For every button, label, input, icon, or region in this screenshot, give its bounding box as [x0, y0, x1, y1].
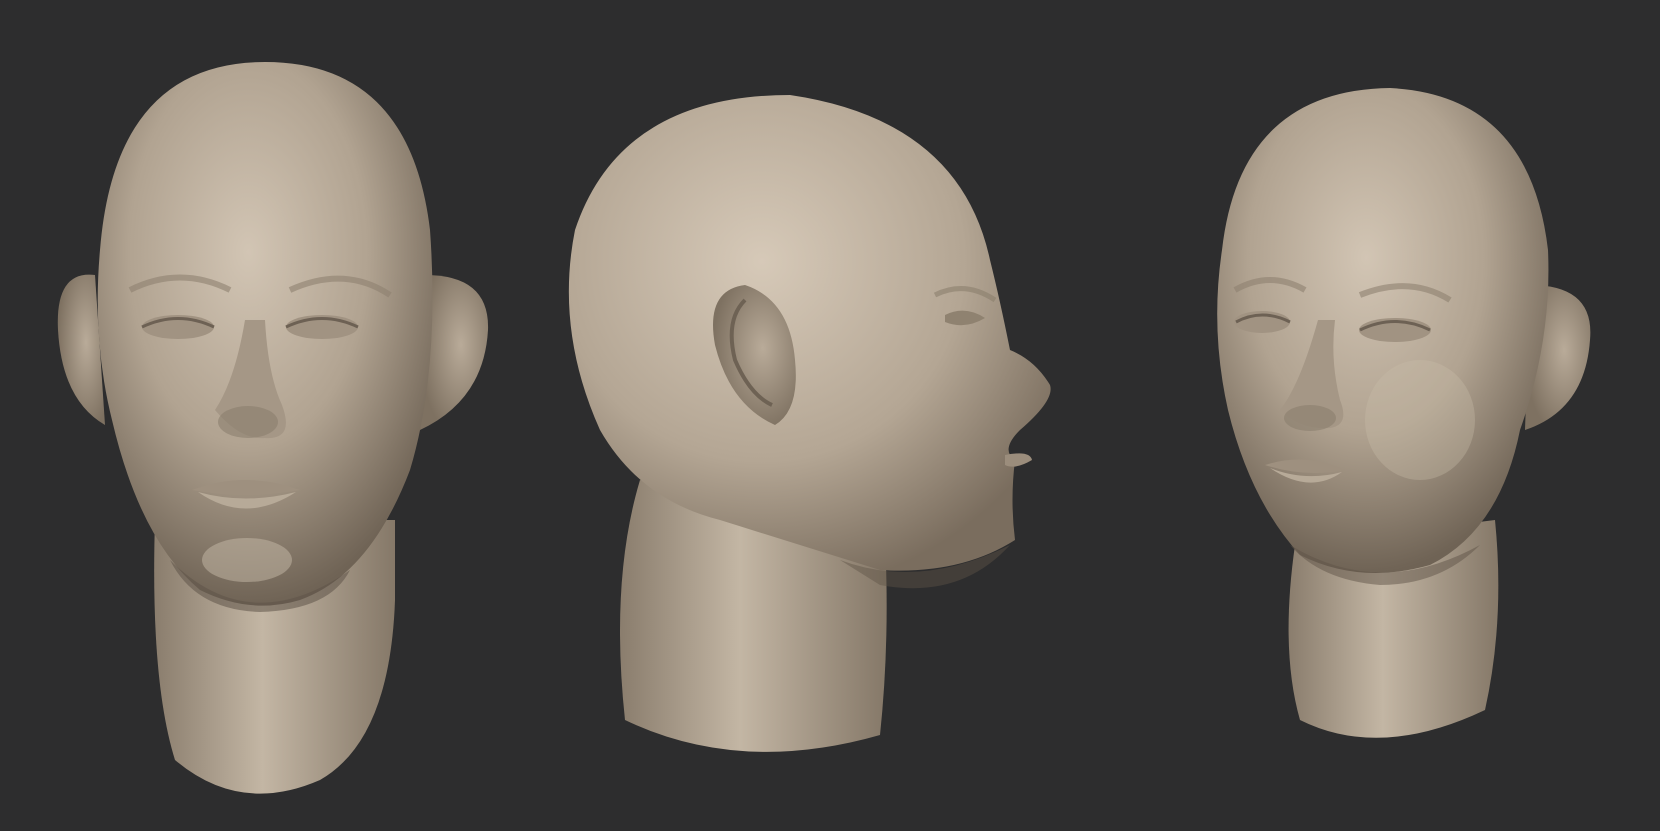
- head-three-quarter-view: [1217, 88, 1591, 738]
- head-front-view: [57, 62, 489, 794]
- head-sculpt-render: [57, 62, 1591, 794]
- sculpt-viewport[interactable]: [0, 0, 1660, 831]
- head-side-view: [568, 95, 1051, 752]
